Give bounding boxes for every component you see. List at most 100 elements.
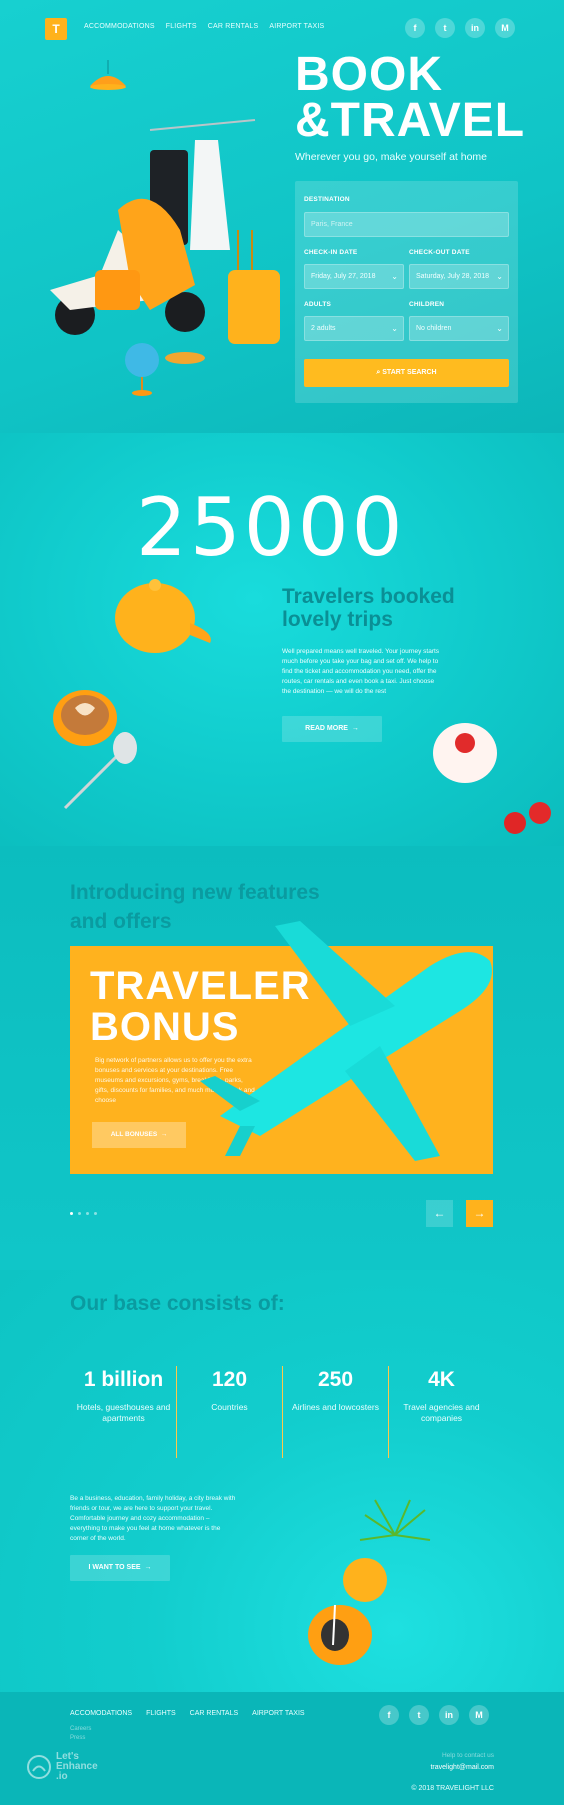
travelers-heading-line-2: lovely trips xyxy=(282,608,393,631)
title-line-2: &TRAVEL xyxy=(295,94,526,147)
footer-nav-flights[interactable]: FLIGHTS xyxy=(146,1710,176,1717)
checkout-value: Saturday, July 28, 2018 xyxy=(416,273,490,280)
contact-email[interactable]: travelight@mail.com xyxy=(430,1764,494,1771)
arrow-right-icon: → xyxy=(473,1206,486,1220)
checkout-label: CHECK-OUT DATE xyxy=(409,249,470,256)
carousel-dot[interactable] xyxy=(70,1212,73,1215)
base-section: Our base consists of: 1 billion Hotels, … xyxy=(0,1270,564,1692)
base-heading: Our base consists of: xyxy=(70,1292,285,1315)
travel-illustration xyxy=(50,60,280,396)
linkedin-icon[interactable]: in xyxy=(439,1705,459,1725)
chevron-down-icon: ⌄ xyxy=(496,324,503,333)
watermark-line-3: .io xyxy=(56,1771,68,1782)
destination-label: DESTINATION xyxy=(304,196,350,203)
features-heading-line-2: and offers xyxy=(70,910,172,933)
nav-item-flights[interactable]: FLIGHTS xyxy=(166,23,197,30)
stat-hotels: 1 billion Hotels, guesthouses and apartm… xyxy=(71,1368,176,1424)
adults-value: 2 adults xyxy=(311,325,336,332)
stat-value: 4K xyxy=(428,1368,455,1391)
stat-value: 120 xyxy=(211,1368,248,1391)
travelers-description: Well prepared means well traveled. Your … xyxy=(282,648,440,695)
social-links: f t in M xyxy=(405,18,515,38)
dessert-illustration xyxy=(433,723,551,834)
travelers-heading-line-1: Travelers booked xyxy=(282,585,455,608)
stat-airlines: 250 Airlines and lowcosters xyxy=(283,1368,388,1413)
footer-social-links: f t in M xyxy=(379,1705,489,1725)
checkin-value: Friday, July 27, 2018 xyxy=(311,273,376,280)
stat-countries: 120 Countries xyxy=(177,1368,282,1413)
footer-link-press[interactable]: Press xyxy=(70,1734,91,1743)
nav-item-accommodations[interactable]: ACCOMMODATIONS xyxy=(84,23,155,30)
stat-value: 250 xyxy=(317,1368,354,1391)
children-select[interactable]: No children ⌄ xyxy=(409,316,509,341)
hero-subtitle: Wherever you go, make yourself at home xyxy=(295,151,488,163)
medium-icon[interactable]: M xyxy=(495,18,515,38)
search-icon: ⌕ xyxy=(376,369,381,376)
footer-link-careers[interactable]: Careers xyxy=(70,1725,91,1734)
medium-icon[interactable]: M xyxy=(469,1705,489,1725)
chevron-down-icon: ⌄ xyxy=(391,324,398,333)
watermark: Let's Enhance .io xyxy=(26,1752,98,1782)
stat-label: Airlines and lowcosters xyxy=(292,1402,379,1412)
children-label: CHILDREN xyxy=(409,301,445,308)
arrow-right-icon: → xyxy=(142,1564,152,1571)
stat-label: Hotels, guesthouses and apartments xyxy=(76,1402,171,1423)
footer-nav-car-rentals[interactable]: CAR RENTALS xyxy=(190,1710,239,1717)
arrow-left-icon: ← xyxy=(433,1206,446,1220)
footer-nav-accommodations[interactable]: ACCOMODATIONS xyxy=(70,1710,132,1717)
nav-item-airport-taxis[interactable]: AIRPORT TAXIS xyxy=(269,23,324,30)
chevron-down-icon: ⌄ xyxy=(391,272,398,281)
carousel-dots xyxy=(70,1212,97,1215)
children-value: No children xyxy=(416,325,452,332)
read-more-label: READ MORE xyxy=(305,725,348,732)
page-title: BOOK &TRAVEL xyxy=(295,51,526,147)
footer-nav: ACCOMODATIONS FLIGHTS CAR RENTALS AIRPOR… xyxy=(70,1710,305,1717)
i-want-to-see-button[interactable]: I WANT TO SEE → xyxy=(70,1555,170,1581)
twitter-icon[interactable]: t xyxy=(409,1705,429,1725)
adults-label: ADULTS xyxy=(304,301,332,308)
carousel-dot[interactable] xyxy=(86,1212,89,1215)
twitter-icon[interactable]: t xyxy=(435,18,455,38)
nav-item-car-rentals[interactable]: CAR RENTALS xyxy=(208,23,259,30)
breakfast-illustration xyxy=(53,579,211,810)
checkout-select[interactable]: Saturday, July 28, 2018 ⌄ xyxy=(409,264,509,289)
start-search-button[interactable]: ⌕ START SEARCH xyxy=(304,359,509,387)
footer-sub-links: Careers Press xyxy=(70,1725,91,1743)
watermark-text: Let's Enhance .io xyxy=(56,1752,98,1782)
travelers-count: 25000 xyxy=(136,481,406,574)
booking-form: DESTINATION Paris, France CHECK-IN DATE … xyxy=(295,181,518,403)
travelers-heading: Travelers booked lovely trips xyxy=(282,585,455,631)
stat-value: 1 billion xyxy=(83,1368,164,1391)
chevron-down-icon: ⌄ xyxy=(496,272,503,281)
checkin-select[interactable]: Friday, July 27, 2018 ⌄ xyxy=(304,264,404,289)
enhance-logo-icon xyxy=(27,1755,51,1779)
destination-input[interactable]: Paris, France xyxy=(304,212,509,237)
carousel-prev-button[interactable]: ← xyxy=(426,1200,453,1227)
arrow-right-icon: → xyxy=(158,1131,168,1138)
arrow-right-icon: → xyxy=(349,725,359,732)
facebook-icon[interactable]: f xyxy=(379,1705,399,1725)
adults-select[interactable]: 2 adults ⌄ xyxy=(304,316,404,341)
travelers-section: 25000 Travelers booked lovely trips Well… xyxy=(0,433,564,846)
start-search-label: START SEARCH xyxy=(382,369,437,376)
checkin-label: CHECK-IN DATE xyxy=(304,249,358,256)
all-bonuses-button[interactable]: ALL BONUSES → xyxy=(92,1122,186,1148)
footer: ACCOMODATIONS FLIGHTS CAR RENTALS AIRPOR… xyxy=(0,1692,564,1805)
read-more-button[interactable]: READ MORE → xyxy=(282,716,382,742)
top-nav: ACCOMMODATIONS FLIGHTS CAR RENTALS AIRPO… xyxy=(84,23,324,30)
carousel-dot[interactable] xyxy=(78,1212,81,1215)
features-section: Introducing new features and offers TRAV… xyxy=(0,846,564,1270)
facebook-icon[interactable]: f xyxy=(405,18,425,38)
plant-vase-illustration xyxy=(308,1499,431,1665)
footer-nav-airport-taxis[interactable]: AIRPORT TAXIS xyxy=(252,1710,304,1717)
stat-agencies: 4K Travel agencies and companies xyxy=(389,1368,494,1424)
carousel-next-button[interactable]: → xyxy=(466,1200,493,1227)
logo[interactable]: T xyxy=(45,18,67,40)
hero-section: T ACCOMMODATIONS FLIGHTS CAR RENTALS AIR… xyxy=(0,0,564,433)
contact-label: Help to contact us xyxy=(441,1752,494,1759)
features-heading-line-1: Introducing new features xyxy=(70,881,320,904)
stat-label: Countries xyxy=(211,1402,248,1412)
linkedin-icon[interactable]: in xyxy=(465,18,485,38)
airplane-illustration xyxy=(200,921,492,1161)
carousel-dot[interactable] xyxy=(94,1212,97,1215)
